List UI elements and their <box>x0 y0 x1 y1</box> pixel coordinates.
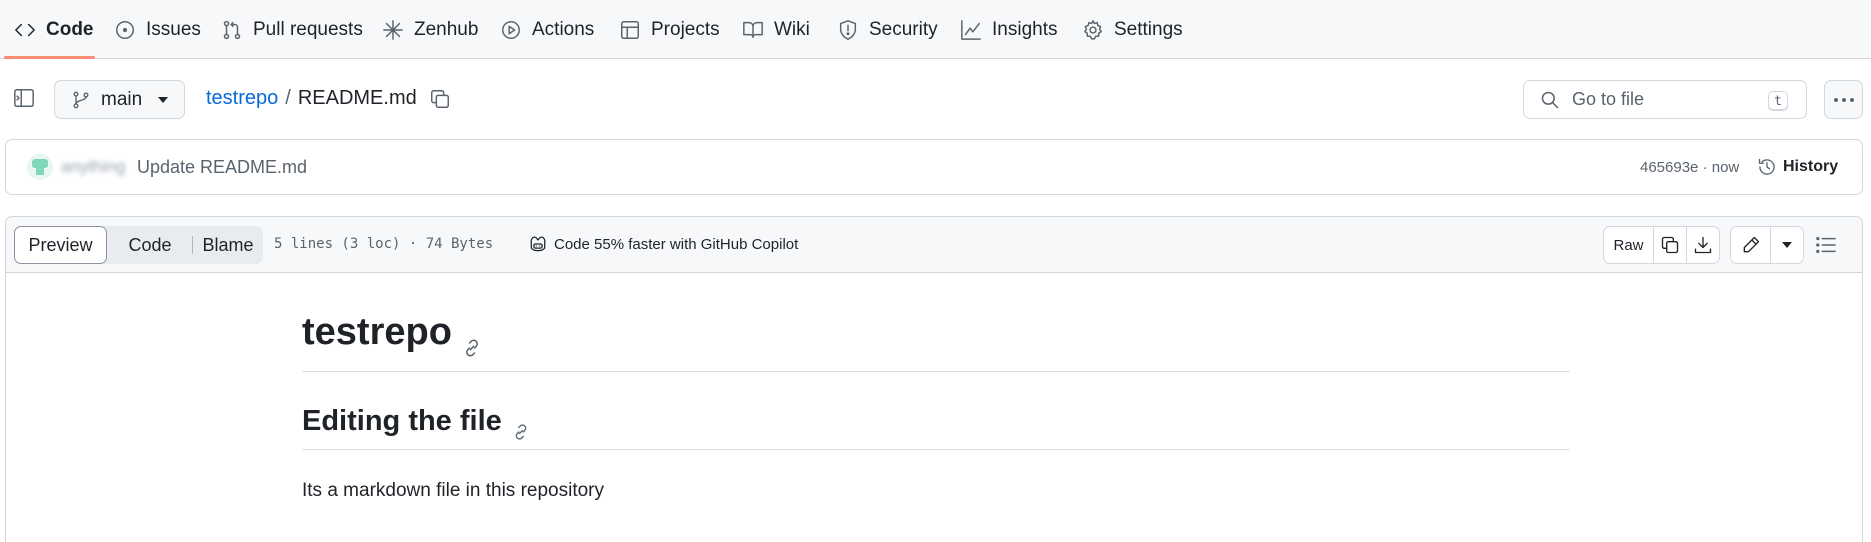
raw-button[interactable]: Raw <box>1604 227 1654 263</box>
file-toolbar: Preview Code Blame 5 lines (3 loc) · 74 … <box>6 217 1862 273</box>
tab-label: Projects <box>651 18 720 40</box>
commit-message-link[interactable]: Update README.md <box>137 157 307 178</box>
active-tab-underline <box>4 56 95 59</box>
latest-commit-bar: anything Update README.md 465693e · now … <box>5 139 1863 195</box>
repo-nav: Code Issues Pull requests Zenhub Actions… <box>0 0 1871 59</box>
file-viewer: Preview Code Blame 5 lines (3 loc) · 74 … <box>5 216 1863 542</box>
commit-sha-time[interactable]: 465693e · now <box>1640 159 1739 176</box>
breadcrumb: testrepo / README.md <box>206 87 417 110</box>
tab-wiki[interactable]: Wiki <box>742 0 810 59</box>
play-icon <box>502 20 520 39</box>
tab-label: Settings <box>1114 18 1183 40</box>
tab-pull-requests[interactable]: Pull requests <box>221 0 363 59</box>
history-icon <box>1758 158 1775 175</box>
outline-toggle-button[interactable] <box>1815 235 1837 255</box>
edit-file-button[interactable] <box>1731 227 1771 263</box>
search-icon <box>1541 91 1559 108</box>
tab-label: Insights <box>992 18 1058 40</box>
view-code-button[interactable]: Code <box>111 226 189 264</box>
copilot-promo-text: Code 55% faster with GitHub Copilot <box>554 235 799 253</box>
tab-projects[interactable]: Projects <box>619 0 720 59</box>
download-button[interactable] <box>1687 227 1719 263</box>
tab-code[interactable]: Code <box>14 0 94 59</box>
tab-label: Wiki <box>774 18 810 40</box>
issue-opened-icon <box>116 20 134 39</box>
tab-zenhub[interactable]: Zenhub <box>382 0 478 59</box>
history-label: History <box>1783 158 1839 175</box>
gear-icon <box>1084 19 1102 40</box>
heading-text: testrepo <box>302 311 452 353</box>
code-icon <box>15 23 35 36</box>
markdown-paragraph: Its a markdown file in this repository <box>302 480 605 501</box>
copy-path-button[interactable] <box>427 86 453 112</box>
pencil-icon <box>1743 236 1759 253</box>
edit-dropdown-button[interactable] <box>1771 227 1803 263</box>
markdown-h1: testrepo <box>302 311 1570 372</box>
go-to-file-search: t <box>1523 80 1807 119</box>
branch-name: main <box>101 88 143 110</box>
breadcrumb-separator: / <box>285 87 291 109</box>
tab-label: Issues <box>146 18 201 40</box>
shield-icon <box>839 19 857 40</box>
commit-author[interactable]: anything <box>61 157 135 177</box>
view-blame-button[interactable]: Blame <box>194 226 262 264</box>
tab-label: Actions <box>532 18 595 40</box>
copy-icon <box>431 90 449 108</box>
history-button[interactable]: History <box>1757 152 1838 182</box>
branch-select-button[interactable]: main <box>54 80 185 119</box>
heading-text: Editing the file <box>302 405 502 437</box>
sidebar-expand-icon <box>14 89 34 107</box>
graph-icon <box>961 19 981 40</box>
sidebar-toggle-button[interactable] <box>12 86 36 110</box>
view-mode-segmented-control: Preview Code Blame <box>14 226 263 264</box>
markdown-h2: Editing the file <box>302 405 1570 450</box>
go-to-file-input[interactable] <box>1572 89 1772 110</box>
breadcrumb-file-name: README.md <box>297 87 417 109</box>
breadcrumb-repo-link[interactable]: testrepo <box>206 87 278 110</box>
chevron-down-icon <box>1782 242 1792 248</box>
download-icon <box>1694 236 1712 254</box>
tab-actions[interactable]: Actions <box>500 0 594 59</box>
tab-security[interactable]: Security <box>837 0 938 59</box>
kebab-horizontal-icon <box>1833 97 1838 102</box>
more-options-button[interactable] <box>1824 80 1863 119</box>
edit-button-group <box>1730 226 1804 264</box>
tab-label: Pull requests <box>253 18 363 40</box>
heading-anchor-link[interactable] <box>462 325 482 368</box>
copilot-promo-link[interactable]: Code 55% faster with GitHub Copilot <box>528 234 798 254</box>
tab-label: Zenhub <box>414 18 479 40</box>
view-preview-button[interactable]: Preview <box>14 226 107 264</box>
raw-label: Raw <box>1613 236 1644 254</box>
avatar[interactable] <box>27 154 53 180</box>
list-unordered-icon <box>1816 237 1836 253</box>
link-icon <box>515 424 527 440</box>
git-pull-request-icon <box>223 20 241 39</box>
copy-raw-button[interactable] <box>1654 227 1687 263</box>
tab-label: Code <box>46 18 94 40</box>
table-icon <box>621 20 639 39</box>
raw-copy-download-group: Raw <box>1603 226 1720 264</box>
tab-settings[interactable]: Settings <box>1082 0 1183 59</box>
book-icon <box>743 21 763 38</box>
tab-issues[interactable]: Issues <box>114 0 201 59</box>
copilot-icon <box>530 236 546 252</box>
copy-icon <box>1661 236 1679 254</box>
zenhub-icon <box>383 19 403 40</box>
tab-label: Security <box>869 18 938 40</box>
heading-anchor-link[interactable] <box>512 416 530 449</box>
tab-insights[interactable]: Insights <box>960 0 1057 59</box>
segment-divider <box>192 236 193 254</box>
git-branch-icon <box>73 91 89 108</box>
keyboard-shortcut-hint: t <box>1768 91 1788 111</box>
file-size-info: 5 lines (3 loc) · 74 Bytes <box>274 236 494 252</box>
chevron-down-icon <box>158 96 169 103</box>
link-icon <box>465 339 478 357</box>
